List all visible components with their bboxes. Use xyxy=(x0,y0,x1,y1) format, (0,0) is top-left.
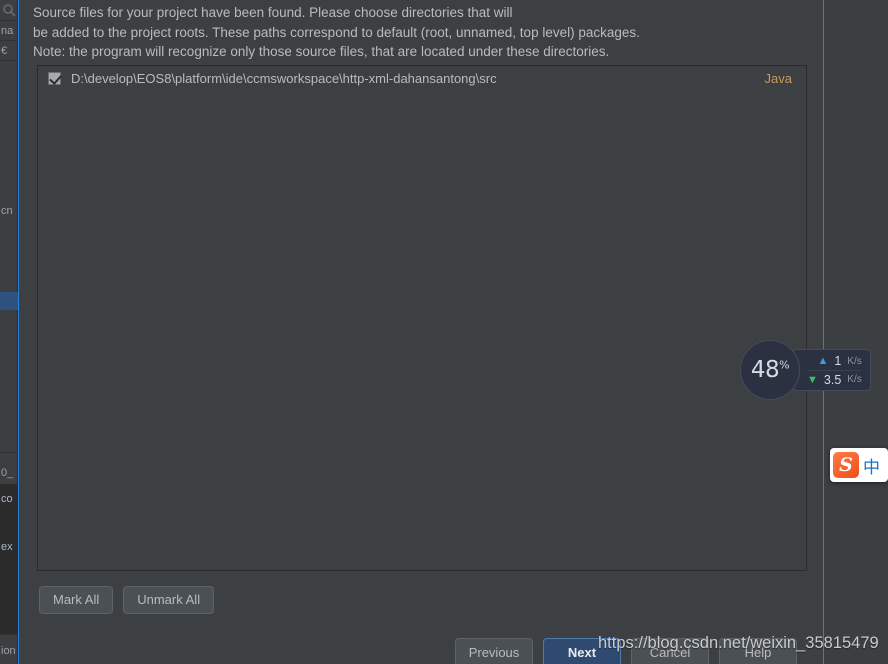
download-speed-value: 3.5 xyxy=(823,372,842,387)
ide-left-label-4[interactable]: co xyxy=(0,492,18,506)
mark-buttons-row: Mark All Unmark All xyxy=(39,586,215,614)
source-directories-list[interactable]: D:\develop\EOS8\platform\ide\ccmsworkspa… xyxy=(37,65,807,571)
ide-left-label-5[interactable]: ex xyxy=(0,540,18,554)
ide-left-label-2[interactable]: cn xyxy=(0,204,18,218)
description-line-3: Note: the program will recognize only th… xyxy=(33,44,610,59)
upload-speed-unit: K/s xyxy=(847,355,862,367)
unmark-all-button[interactable]: Unmark All xyxy=(123,586,215,614)
screen: na € cn 0_ co ex ion code, se ist></bl S xyxy=(0,0,888,664)
arrow-up-icon: ▲ xyxy=(817,355,829,367)
arrow-down-icon: ▼ xyxy=(807,373,818,386)
ide-left-label-3[interactable]: 0_ xyxy=(0,466,18,480)
ide-left-selected-row[interactable] xyxy=(0,292,18,310)
download-speed-unit: K/s xyxy=(847,374,862,385)
ide-left-tool-strip[interactable]: na € cn 0_ co ex ion xyxy=(0,0,18,664)
sogou-ime-bar[interactable]: S 中 xyxy=(830,448,888,482)
source-directory-path: D:\develop\EOS8\platform\ide\ccmsworkspa… xyxy=(71,70,497,86)
ide-left-editor-gutter xyxy=(0,484,18,634)
ime-mode-label[interactable]: 中 xyxy=(863,453,880,478)
next-button[interactable]: Next xyxy=(543,638,621,664)
cancel-button[interactable]: Cancel xyxy=(631,638,709,664)
divider xyxy=(0,452,18,453)
sogou-logo-icon[interactable]: S xyxy=(833,452,859,478)
divider xyxy=(0,40,18,41)
description-line-2: be added to the project roots. These pat… xyxy=(33,24,640,40)
speed-readouts: ▲ 1 K/s ▼ 3.5 K/s xyxy=(792,349,871,391)
source-directory-type: Java xyxy=(764,70,792,86)
import-project-dialog: Source files for your project have been … xyxy=(18,0,824,664)
ide-right-panel: code, se ist></bl xyxy=(824,0,888,664)
previous-button[interactable]: Previous xyxy=(455,638,533,664)
search-icon[interactable] xyxy=(2,3,16,17)
ide-left-label-1[interactable]: € xyxy=(0,44,18,58)
description-line-1: Source files for your project have been … xyxy=(33,5,513,20)
ide-left-label-6[interactable]: ion xyxy=(0,644,18,658)
help-button[interactable]: Help xyxy=(719,638,797,664)
wizard-buttons-row: Previous Next Cancel Help xyxy=(455,638,797,664)
list-item[interactable]: D:\develop\EOS8\platform\ide\ccmsworkspa… xyxy=(38,66,806,90)
divider xyxy=(0,60,18,61)
usage-percent: 48% xyxy=(750,357,790,383)
ring-face: 48% xyxy=(740,340,800,400)
mark-all-button[interactable]: Mark All xyxy=(39,586,114,614)
ide-left-label-0[interactable]: na xyxy=(0,24,18,38)
checkbox-checked-icon[interactable] xyxy=(48,71,61,85)
divider xyxy=(0,634,18,635)
cpu-usage-ring: 48% xyxy=(740,340,800,400)
upload-speed-value: 1 xyxy=(834,354,842,368)
divider xyxy=(0,20,18,21)
upload-speed-row: ▲ 1 K/s xyxy=(807,352,862,370)
download-speed-row: ▼ 3.5 K/s xyxy=(807,370,862,388)
network-speed-widget[interactable]: 48% ▲ 1 K/s ▼ 3.5 K/s xyxy=(740,340,871,400)
dialog-description: Source files for your project have been … xyxy=(33,3,823,62)
